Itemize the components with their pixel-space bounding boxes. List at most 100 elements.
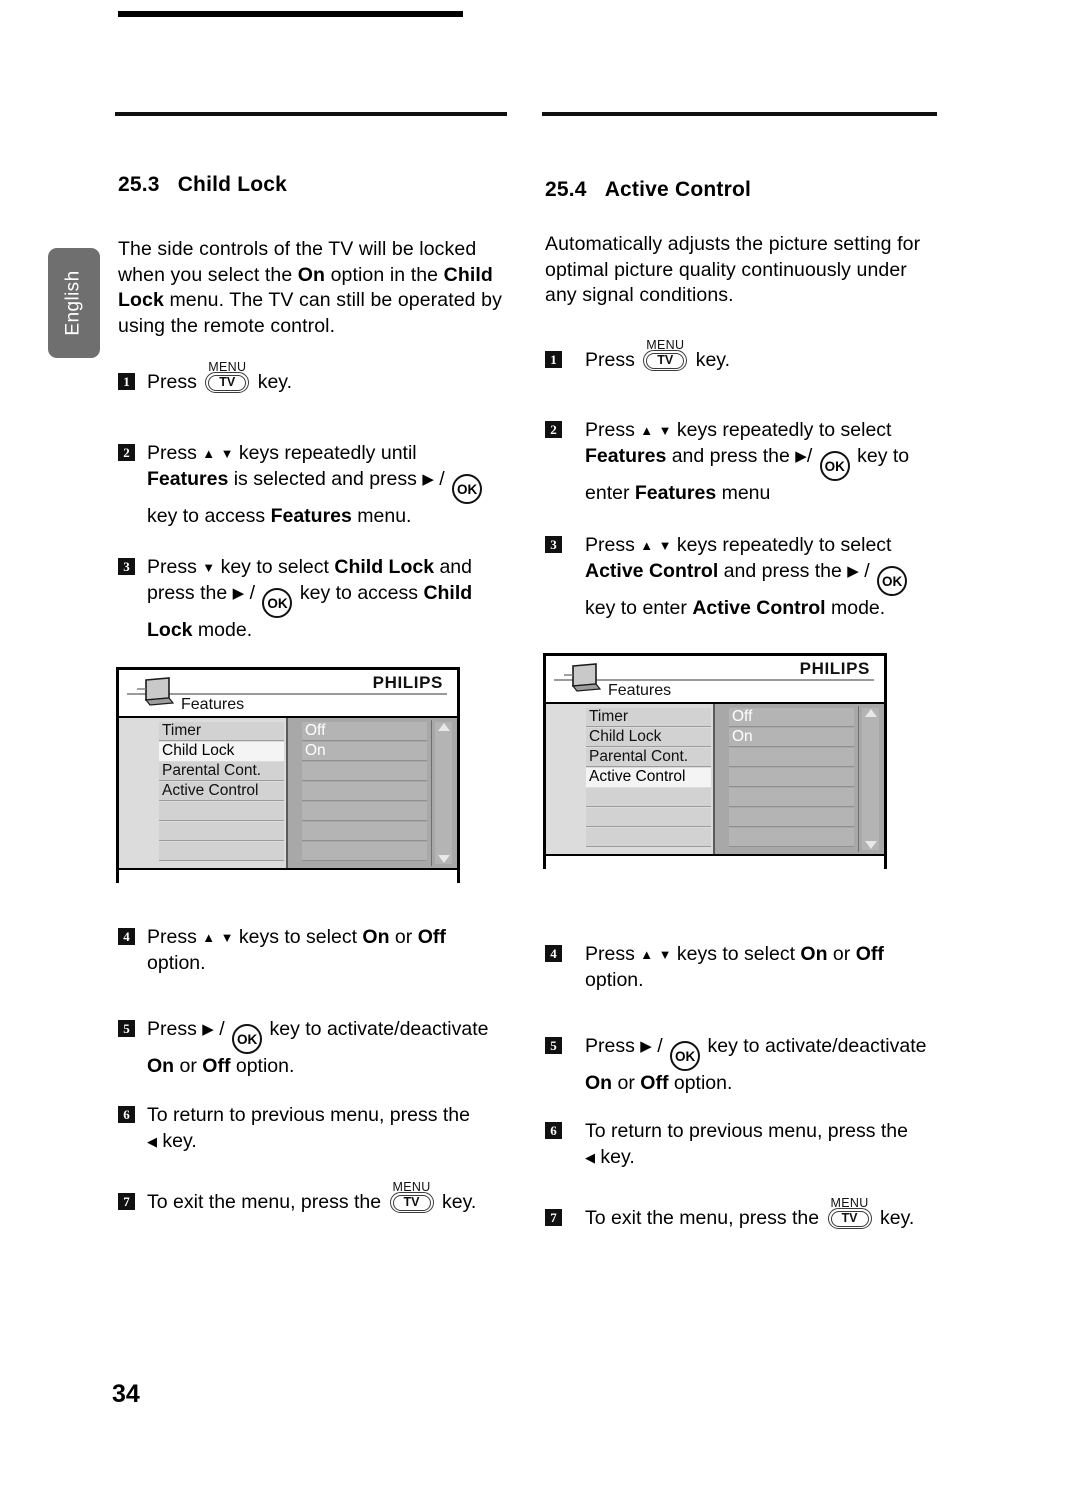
manual-page: English 25.3 Child Lock The side control… [0, 0, 1080, 1492]
osd-option-item[interactable]: On [302, 742, 427, 761]
step-6-left: 6 To return to previous menu, press the … [118, 1103, 518, 1154]
step-verb: Press [147, 371, 197, 393]
off-bold: Off [855, 943, 884, 965]
osd-body: Timer Child Lock Parental Cont. Active C… [119, 718, 457, 868]
osd-option-item-empty [729, 808, 854, 827]
step-text-d: key to enter [585, 596, 693, 619]
ok-key-icon[interactable]: OK [232, 1024, 263, 1054]
osd-menu-item[interactable]: Parental Cont. [159, 762, 284, 781]
features-bold-2: Features [634, 481, 717, 504]
on-bold: On [362, 926, 390, 948]
step-text-d: key to access [147, 504, 271, 527]
arrow-right-icon: ▶ [232, 584, 245, 602]
step-marker: 1 [118, 373, 135, 390]
arrow-right-icon: ▶ [795, 447, 807, 465]
intro-line-4: using the remote control. [118, 314, 336, 337]
osd-option-item-empty [302, 782, 427, 801]
step-text-a: keys repeatedly to select [676, 534, 892, 556]
step-text-e: option. [668, 1072, 733, 1094]
step-key-word: key. [695, 349, 731, 371]
step-marker: 3 [545, 536, 562, 553]
tv-icon [564, 663, 602, 692]
step-verb: Press [585, 1035, 641, 1057]
step-text-a: keys to select [676, 943, 801, 965]
ok-key-icon[interactable]: OK [670, 1041, 701, 1071]
osd-scrollbar[interactable] [431, 720, 455, 866]
intro-bold-lock2: Lock [118, 289, 164, 311]
step-text-e: option. [230, 1055, 295, 1077]
menu-tv-key-icon[interactable]: MENU TV [827, 1196, 872, 1229]
ok-key-icon[interactable]: OK [452, 473, 483, 504]
osd-option-item-empty [729, 788, 854, 807]
on-bold: On [147, 1055, 175, 1077]
section-title: Child Lock [177, 173, 288, 196]
step-text-e: option. [147, 951, 206, 974]
step-text-c: or [612, 1072, 641, 1094]
osd-menu-item[interactable]: Timer [159, 722, 284, 741]
features-bold-2: Features [270, 504, 352, 527]
ok-key-icon[interactable]: OK [877, 565, 908, 596]
step-text-a: keys repeatedly to select [676, 419, 892, 441]
step-marker: 6 [118, 1106, 135, 1123]
osd-option-item[interactable]: On [729, 728, 854, 747]
tv-icon [137, 677, 175, 706]
osd-menu-item[interactable]: Child Lock [586, 728, 711, 747]
step-1-right: 1 Press MENU TV key. [545, 338, 945, 374]
osd-menu-panel: Timer Child Lock Parental Cont. Active C… [546, 704, 715, 854]
step-text-e: enter [585, 481, 635, 504]
arrow-up-icon: ▲ [640, 947, 654, 962]
intro-paragraph-right: Automatically adjusts the picture settin… [545, 232, 945, 309]
osd-menu-item-selected[interactable]: Child Lock [159, 742, 284, 761]
osd-menu-item[interactable]: Timer [586, 708, 711, 727]
step-1-left: 1 Press MENU TV key. [118, 360, 508, 396]
osd-option-panel: Off On [288, 718, 457, 868]
scroll-up-arrow-icon[interactable] [864, 709, 877, 717]
step-text-a: key to activate/deactivate [707, 1035, 927, 1057]
menu-tv-key-icon[interactable]: MENU TV [205, 360, 250, 393]
tv-key-label: TV [646, 352, 685, 369]
ok-key-icon[interactable]: OK [262, 587, 293, 618]
arrow-right-icon: ▶ [640, 1038, 652, 1055]
section-heading-child-lock: 25.3 Child Lock [118, 173, 287, 197]
step-text-b: key. [441, 1191, 477, 1213]
arrow-up-icon: ▲ [640, 538, 654, 553]
section-title: Active Control [604, 178, 752, 201]
step-marker: 7 [118, 1193, 135, 1210]
step-text-c: and [434, 556, 472, 578]
osd-menu-item[interactable]: Parental Cont. [586, 748, 711, 767]
intro-line-2c: option in the [325, 263, 444, 286]
intro-bold-child: Child [443, 263, 493, 286]
ok-key-icon[interactable]: OK [819, 450, 850, 481]
step-marker: 7 [545, 1209, 562, 1226]
scroll-down-arrow-icon[interactable] [437, 855, 450, 863]
scroll-up-arrow-icon[interactable] [437, 723, 450, 731]
step-7-right: 7 To exit the menu, press the MENU TV ke… [545, 1196, 945, 1232]
menu-tv-key-icon[interactable]: MENU TV [643, 338, 688, 371]
step-4-right: 4 Press ▲ ▼ keys to select On or Off opt… [545, 942, 945, 993]
step-text-e: key to access [299, 581, 424, 604]
off-bold: Off [417, 926, 446, 948]
osd-option-item[interactable]: Off [302, 722, 427, 741]
step-text-b: key. [600, 1145, 635, 1168]
intro-line-2: optimal picture quality continuously und… [545, 258, 907, 281]
osd-menu-item-selected[interactable]: Active Control [586, 768, 711, 787]
section-heading-active-control: 25.4 Active Control [545, 178, 751, 202]
step-3-right: 3 Press ▲ ▼ keys repeatedly to select Ac… [545, 533, 945, 621]
osd-scrollbar[interactable] [858, 706, 882, 852]
step-text-c: or [389, 926, 418, 948]
step-verb: Press [147, 1018, 203, 1040]
scroll-down-arrow-icon[interactable] [864, 841, 877, 849]
step-verb: Press [585, 534, 641, 556]
osd-body: Timer Child Lock Parental Cont. Active C… [546, 704, 884, 854]
osd-option-item-empty [302, 822, 427, 841]
osd-option-item[interactable]: Off [729, 708, 854, 727]
step-marker: 3 [118, 558, 135, 575]
osd-menu-item[interactable]: Active Control [159, 782, 284, 801]
osd-option-item-empty [302, 762, 427, 781]
menu-tv-key-icon[interactable]: MENU TV [389, 1180, 434, 1213]
arrow-left-icon: ◀ [585, 1149, 595, 1165]
osd-footer [546, 854, 884, 880]
step-6-right: 6 To return to previous menu, press the … [545, 1119, 945, 1170]
intro-line-1: Automatically adjusts the picture settin… [545, 233, 921, 255]
step-marker: 4 [118, 928, 135, 945]
